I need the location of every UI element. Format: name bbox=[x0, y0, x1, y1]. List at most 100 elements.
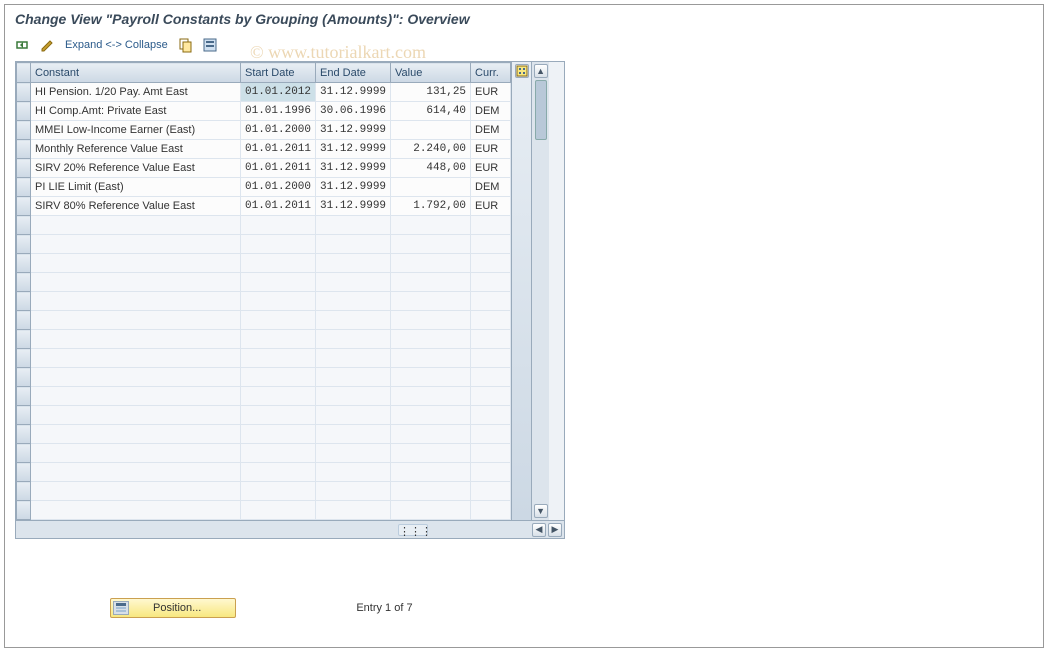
cell-end-date[interactable]: 31.12.9999 bbox=[316, 159, 391, 178]
cell-end-date[interactable]: 30.06.1996 bbox=[316, 102, 391, 121]
table-row[interactable]: SIRV 80% Reference Value East01.01.20113… bbox=[17, 197, 511, 216]
cell-value[interactable] bbox=[391, 121, 471, 140]
column-header-value[interactable]: Value bbox=[391, 63, 471, 83]
row-selector[interactable] bbox=[17, 330, 31, 349]
cell-end-date[interactable]: 31.12.9999 bbox=[316, 197, 391, 216]
empty-cell bbox=[241, 235, 316, 254]
cell-constant[interactable]: SIRV 80% Reference Value East bbox=[31, 197, 241, 216]
horizontal-scrollbar[interactable]: ⋮⋮⋮ ◀ ▶ bbox=[16, 520, 564, 538]
empty-cell bbox=[471, 463, 511, 482]
empty-cell bbox=[31, 273, 241, 292]
column-header-start-date[interactable]: Start Date bbox=[241, 63, 316, 83]
empty-cell bbox=[316, 406, 391, 425]
cell-constant[interactable]: PI LIE Limit (East) bbox=[31, 178, 241, 197]
row-selector-header[interactable] bbox=[17, 63, 31, 83]
column-resize-handle[interactable]: ⋮⋮⋮ bbox=[398, 524, 428, 536]
row-selector[interactable] bbox=[17, 292, 31, 311]
row-selector[interactable] bbox=[17, 387, 31, 406]
cell-currency[interactable]: DEM bbox=[471, 102, 511, 121]
cell-currency[interactable]: DEM bbox=[471, 178, 511, 197]
empty-cell bbox=[391, 216, 471, 235]
table-row[interactable]: PI LIE Limit (East)01.01.200031.12.9999 D… bbox=[17, 178, 511, 197]
scrollbar-thumb[interactable] bbox=[535, 80, 547, 140]
copy-icon[interactable] bbox=[176, 35, 196, 55]
row-selector[interactable] bbox=[17, 273, 31, 292]
cell-currency[interactable]: EUR bbox=[471, 83, 511, 102]
cell-start-date[interactable]: 01.01.2011 bbox=[241, 197, 316, 216]
row-selector[interactable] bbox=[17, 197, 31, 216]
vertical-scrollbar[interactable]: ▲ ▼ bbox=[531, 62, 549, 520]
cell-end-date[interactable]: 31.12.9999 bbox=[316, 140, 391, 159]
cell-currency[interactable]: EUR bbox=[471, 159, 511, 178]
empty-cell bbox=[316, 501, 391, 520]
cell-constant[interactable]: HI Comp.Amt: Private East bbox=[31, 102, 241, 121]
scroll-right-icon[interactable]: ▶ bbox=[548, 523, 562, 537]
cell-constant[interactable]: Monthly Reference Value East bbox=[31, 140, 241, 159]
empty-cell bbox=[391, 254, 471, 273]
cell-start-date[interactable]: 01.01.1996 bbox=[241, 102, 316, 121]
empty-cell bbox=[316, 463, 391, 482]
table-row[interactable]: SIRV 20% Reference Value East01.01.20113… bbox=[17, 159, 511, 178]
cell-constant[interactable]: HI Pension. 1/20 Pay. Amt East bbox=[31, 83, 241, 102]
cell-end-date[interactable]: 31.12.9999 bbox=[316, 121, 391, 140]
column-header-currency[interactable]: Curr. bbox=[471, 63, 511, 83]
cell-value[interactable]: 2.240,00 bbox=[391, 140, 471, 159]
cell-start-date[interactable]: 01.01.2011 bbox=[241, 140, 316, 159]
scroll-down-icon[interactable]: ▼ bbox=[534, 504, 548, 518]
row-selector[interactable] bbox=[17, 463, 31, 482]
cell-value[interactable]: 131,25 bbox=[391, 83, 471, 102]
row-selector[interactable] bbox=[17, 140, 31, 159]
table-row bbox=[17, 501, 511, 520]
row-selector[interactable] bbox=[17, 254, 31, 273]
row-selector[interactable] bbox=[17, 406, 31, 425]
other-view-icon[interactable] bbox=[13, 35, 33, 55]
table-settings-icon[interactable] bbox=[515, 64, 529, 78]
empty-cell bbox=[471, 254, 511, 273]
row-selector[interactable] bbox=[17, 349, 31, 368]
empty-cell bbox=[241, 387, 316, 406]
row-selector[interactable] bbox=[17, 482, 31, 501]
row-selector[interactable] bbox=[17, 102, 31, 121]
cell-value[interactable]: 448,00 bbox=[391, 159, 471, 178]
scroll-left-icon[interactable]: ◀ bbox=[532, 523, 546, 537]
cell-start-date[interactable]: 01.01.2000 bbox=[241, 178, 316, 197]
cell-currency[interactable]: EUR bbox=[471, 140, 511, 159]
cell-start-date[interactable]: 01.01.2012 bbox=[241, 83, 316, 102]
data-table: Constant Start Date End Date Value Curr.… bbox=[16, 62, 511, 520]
row-selector[interactable] bbox=[17, 235, 31, 254]
cell-value[interactable]: 1.792,00 bbox=[391, 197, 471, 216]
row-selector[interactable] bbox=[17, 501, 31, 520]
column-header-constant[interactable]: Constant bbox=[31, 63, 241, 83]
table-row[interactable]: HI Pension. 1/20 Pay. Amt East01.01.2012… bbox=[17, 83, 511, 102]
row-selector[interactable] bbox=[17, 159, 31, 178]
cell-start-date[interactable]: 01.01.2011 bbox=[241, 159, 316, 178]
row-selector[interactable] bbox=[17, 178, 31, 197]
row-selector[interactable] bbox=[17, 121, 31, 140]
cell-start-date[interactable]: 01.01.2000 bbox=[241, 121, 316, 140]
row-selector[interactable] bbox=[17, 368, 31, 387]
table-row[interactable]: MMEI Low-Income Earner (East)01.01.20003… bbox=[17, 121, 511, 140]
cell-end-date[interactable]: 31.12.9999 bbox=[316, 178, 391, 197]
cell-value[interactable] bbox=[391, 178, 471, 197]
empty-cell bbox=[316, 444, 391, 463]
expand-collapse-button[interactable]: Expand <-> Collapse bbox=[61, 35, 172, 55]
cell-constant[interactable]: MMEI Low-Income Earner (East) bbox=[31, 121, 241, 140]
cell-constant[interactable]: SIRV 20% Reference Value East bbox=[31, 159, 241, 178]
row-selector[interactable] bbox=[17, 311, 31, 330]
table-row[interactable]: HI Comp.Amt: Private East01.01.199630.06… bbox=[17, 102, 511, 121]
scroll-up-icon[interactable]: ▲ bbox=[534, 64, 548, 78]
cell-value[interactable]: 614,40 bbox=[391, 102, 471, 121]
position-button[interactable]: Position... bbox=[110, 598, 236, 618]
cell-end-date[interactable]: 31.12.9999 bbox=[316, 83, 391, 102]
cell-currency[interactable]: EUR bbox=[471, 197, 511, 216]
row-selector[interactable] bbox=[17, 425, 31, 444]
row-selector[interactable] bbox=[17, 83, 31, 102]
table-row[interactable]: Monthly Reference Value East01.01.201131… bbox=[17, 140, 511, 159]
change-icon[interactable] bbox=[37, 35, 57, 55]
cell-currency[interactable]: DEM bbox=[471, 121, 511, 140]
row-selector[interactable] bbox=[17, 444, 31, 463]
column-header-end-date[interactable]: End Date bbox=[316, 63, 391, 83]
select-all-icon[interactable] bbox=[200, 35, 220, 55]
empty-cell bbox=[241, 425, 316, 444]
row-selector[interactable] bbox=[17, 216, 31, 235]
